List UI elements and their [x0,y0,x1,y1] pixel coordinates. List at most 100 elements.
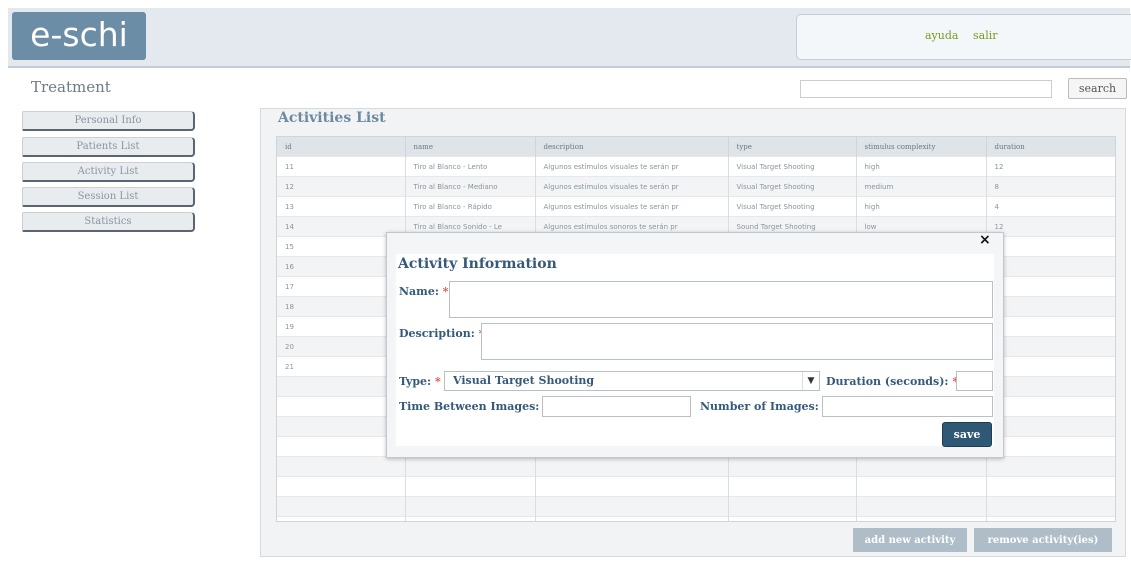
cell-id [277,476,406,497]
required-mark: * [434,375,441,388]
number-of-images-label: Number of Images: * [700,400,828,413]
name-label: Name: * [399,285,449,298]
column-header-stimulus-complexity[interactable]: stimulus complexity [856,137,987,157]
cell-description [535,496,729,517]
time-between-images-label: Time Between Images: * [399,400,549,413]
type-select[interactable]: Visual Target Shooting ▼ [444,371,820,391]
cell-duration [986,456,1115,477]
cell-description [535,476,729,497]
sidebar-item-activity-list[interactable]: Activity List [22,162,195,182]
sidebar-item-personal-info[interactable]: Personal Info [22,111,195,131]
cell-duration: 4 [986,196,1115,217]
cell-duration [986,256,1115,277]
cell-stimulus-complexity: high [856,156,987,177]
cell-duration [986,236,1115,257]
remove-activities-button[interactable]: remove activity(ies) [974,528,1112,552]
cell-duration [986,316,1115,337]
cell-duration: 12 [986,156,1115,177]
cell-name [405,496,536,517]
search-button[interactable]: search [1068,78,1127,99]
table-row[interactable] [277,516,1115,521]
cell-description: Algunos estímulos visuales te serán pr [535,156,729,177]
duration-label: Duration (seconds): * [826,375,958,388]
cell-description: Algunos estímulos visuales te serán pr [535,176,729,197]
cell-type [728,476,857,497]
activities-list-title: Activities List [278,110,386,126]
cell-description [535,516,729,521]
table-row[interactable]: 13 Tiro al Blanco - Rápido Algunos estímul… [277,196,1115,217]
cell-id: 12 [277,176,406,197]
cell-name [405,476,536,497]
cell-duration [986,516,1115,521]
cell-id: 13 [277,196,406,217]
table-row[interactable]: 12 Tiro al Blanco - Mediano Algunos estímu… [277,176,1115,197]
top-links-box: ayuda salir [796,14,1131,60]
column-header-description[interactable]: description [535,137,729,157]
cell-name: Tiro al Blanco - Lento [405,156,536,177]
cell-type [728,496,857,517]
cell-duration: 12 [986,216,1115,237]
sidebar-item-session-list[interactable]: Session List [22,187,195,207]
table-row[interactable]: 11 Tiro al Blanco - Lento Algunos estímulo… [277,156,1115,177]
type-label: Type: * [399,375,441,388]
cell-type [728,516,857,521]
cell-stimulus-complexity: medium [856,176,987,197]
cell-id [277,496,406,517]
description-label: Description: * [399,327,484,340]
required-mark: * [442,285,449,298]
cell-duration: 8 [986,176,1115,197]
cell-type [728,456,857,477]
cell-duration [986,476,1115,497]
cell-duration [986,436,1115,457]
table-row[interactable] [277,496,1115,517]
cell-duration [986,416,1115,437]
cell-stimulus-complexity [856,516,987,521]
cell-id: 11 [277,156,406,177]
type-selected-value: Visual Target Shooting [453,374,595,387]
chevron-down-icon[interactable]: ▼ [802,372,819,390]
column-header-name[interactable]: name [405,137,536,157]
number-of-images-field[interactable] [822,396,993,417]
cell-duration [986,356,1115,377]
cell-id [277,516,406,521]
table-header-row: id name description type stimulus comple… [277,137,1115,157]
column-header-id[interactable]: id [277,137,406,157]
time-between-images-field[interactable] [542,396,691,417]
cell-name: Tiro al Blanco - Mediano [405,176,536,197]
add-activity-button[interactable]: add new activity [853,528,967,552]
logout-link[interactable]: salir [973,29,998,42]
help-link[interactable]: ayuda [925,29,958,42]
cell-type: Visual Target Shooting [728,156,857,177]
close-icon[interactable]: × [979,232,991,248]
app-logo[interactable]: e-schi [12,12,146,60]
cell-duration [986,376,1115,397]
cell-name [405,456,536,477]
column-header-duration[interactable]: duration [986,137,1115,157]
cell-type: Visual Target Shooting [728,196,857,217]
cell-duration [986,396,1115,417]
name-field[interactable] [449,281,993,318]
cell-type: Visual Target Shooting [728,176,857,197]
cell-stimulus-complexity: high [856,196,987,217]
duration-field[interactable] [956,371,993,391]
table-row[interactable] [277,456,1115,477]
cell-duration [986,336,1115,357]
description-field[interactable] [481,323,993,360]
cell-stimulus-complexity [856,496,987,517]
cell-stimulus-complexity [856,476,987,497]
cell-description [535,456,729,477]
cell-stimulus-complexity [856,456,987,477]
sidebar-item-statistics[interactable]: Statistics [22,212,195,232]
cell-duration [986,496,1115,517]
column-header-type[interactable]: type [728,137,857,157]
cell-name: Tiro al Blanco - Rápido [405,196,536,217]
cell-duration [986,296,1115,317]
save-button[interactable]: save [942,422,992,447]
sidebar-item-patients-list[interactable]: Patients List [22,137,195,157]
dialog-title: Activity Information [398,256,557,272]
page-title: Treatment [31,78,111,96]
cell-name [405,516,536,521]
search-input[interactable] [800,80,1052,98]
cell-description: Algunos estímulos visuales te serán pr [535,196,729,217]
table-row[interactable] [277,476,1115,497]
